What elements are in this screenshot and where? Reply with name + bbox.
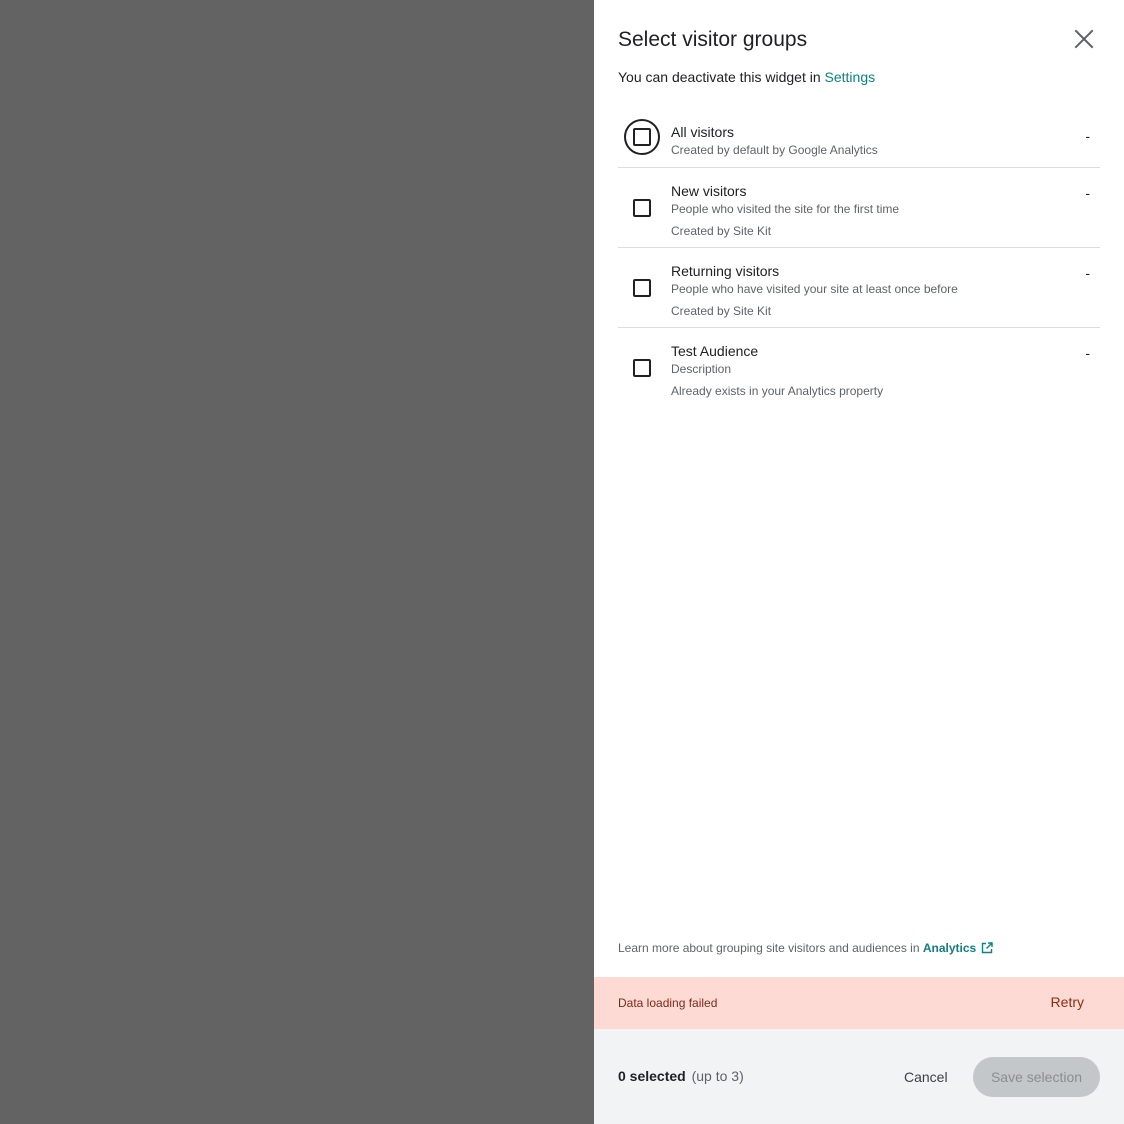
audience-checkbox[interactable] — [633, 199, 651, 217]
audience-item-all-visitors[interactable]: All visitors Created by default by Googl… — [618, 108, 1100, 168]
panel-title: Select visitor groups — [618, 28, 808, 51]
error-notice: Data loading failed Retry — [594, 977, 1124, 1029]
audience-title: All visitors — [671, 124, 735, 140]
close-icon — [1074, 29, 1094, 49]
analytics-link[interactable]: Analytics — [923, 941, 993, 955]
audience-title: Returning visitors — [671, 263, 780, 279]
panel-footer: 0 selected (up to 3) Cancel Save selecti… — [594, 1029, 1124, 1124]
close-button[interactable] — [1072, 27, 1096, 51]
retry-button[interactable]: Retry — [1051, 994, 1084, 1010]
audience-selection-panel: Select visitor groups You can deactivate… — [594, 0, 1124, 1124]
audience-text: Test Audience Description Already exists… — [671, 342, 883, 399]
audience-item-new-visitors[interactable]: New visitors People who visited the site… — [618, 168, 1100, 248]
audience-meta: Created by default by Google Analytics — [671, 143, 878, 157]
audience-meta: Created by Site Kit — [671, 224, 772, 238]
selection-limit: (up to 3) — [691, 1068, 744, 1084]
audience-description: People who visited the site for the firs… — [671, 202, 900, 216]
audience-list: All visitors Created by default by Googl… — [618, 108, 1100, 408]
settings-link[interactable]: Settings — [825, 69, 876, 85]
checkbox-wrap — [624, 270, 660, 306]
checkbox-wrap — [624, 350, 660, 386]
checkbox-focus-ring — [624, 119, 660, 155]
selected-count: 0 selected — [618, 1068, 686, 1084]
audience-item-returning-visitors[interactable]: Returning visitors People who have visit… — [618, 248, 1100, 328]
analytics-link-label: Analytics — [922, 941, 977, 955]
audience-value: - — [1085, 128, 1090, 144]
save-selection-button[interactable]: Save selection — [973, 1057, 1100, 1097]
audience-value: - — [1085, 265, 1090, 281]
learn-more-prefix: Learn more about grouping site visitors … — [618, 941, 923, 955]
checkbox-wrap — [624, 190, 660, 226]
modal-overlay[interactable] — [0, 0, 594, 1124]
audience-checkbox[interactable] — [633, 359, 651, 377]
external-link-icon — [982, 942, 993, 954]
audience-checkbox[interactable] — [633, 128, 651, 146]
audience-title: New visitors — [671, 183, 747, 199]
audience-meta: Created by Site Kit — [671, 304, 772, 318]
error-message: Data loading failed — [618, 996, 718, 1010]
audience-text: New visitors People who visited the site… — [671, 182, 899, 239]
audience-text: Returning visitors People who have visit… — [671, 262, 958, 319]
cancel-button[interactable]: Cancel — [904, 1069, 948, 1085]
learn-more-text: Learn more about grouping site visitors … — [618, 941, 993, 955]
subtitle-text: You can deactivate this widget in — [618, 69, 825, 85]
audience-text: All visitors Created by default by Googl… — [671, 123, 878, 158]
audience-title: Test Audience — [671, 343, 759, 359]
audience-item-test-audience[interactable]: Test Audience Description Already exists… — [618, 328, 1100, 408]
audience-checkbox[interactable] — [633, 279, 651, 297]
audience-value: - — [1085, 185, 1090, 201]
audience-description: People who have visited your site at lea… — [671, 282, 958, 296]
audience-value: - — [1085, 345, 1090, 361]
selection-counter: 0 selected (up to 3) — [618, 1068, 744, 1084]
audience-description: Description — [671, 362, 732, 376]
panel-subtitle: You can deactivate this widget in Settin… — [618, 69, 875, 85]
audience-meta: Already exists in your Analytics propert… — [671, 384, 884, 398]
